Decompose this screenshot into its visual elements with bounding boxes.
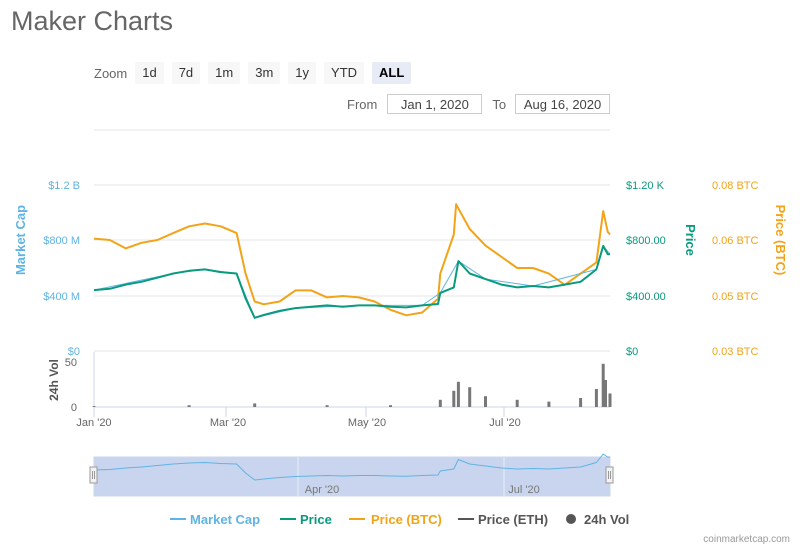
legend-label: Price (BTC) bbox=[371, 512, 442, 527]
price-series bbox=[93, 244, 611, 319]
price-axis-title: Price bbox=[683, 224, 698, 256]
volume-bar bbox=[594, 389, 598, 407]
x-tick-label: Mar '20 bbox=[210, 417, 246, 429]
price-tick: $1.20 K bbox=[626, 180, 665, 192]
legend-item-price[interactable]: Price bbox=[280, 512, 332, 527]
watermark: coinmarketcap.com bbox=[703, 534, 790, 545]
price-btc-tick: 0.06 BTC bbox=[712, 235, 759, 247]
volume-bar bbox=[452, 390, 456, 407]
volume-bar bbox=[253, 403, 257, 407]
x-tick-label: May '20 bbox=[348, 417, 386, 429]
volume-bar bbox=[579, 398, 583, 407]
legend-item-24h-vol[interactable]: 24h Vol bbox=[566, 512, 629, 527]
legend-item-price-eth[interactable]: Price (ETH) bbox=[458, 512, 548, 527]
volume-bar bbox=[187, 405, 191, 407]
price-btc-line bbox=[93, 203, 611, 317]
price-tick: $400.00 bbox=[626, 291, 666, 303]
volume-bar bbox=[547, 401, 551, 407]
market-cap-tick: $400 M bbox=[43, 291, 80, 303]
chart-canvas: $1.2 B $800 M $400 M $0 Market Cap 50 0 … bbox=[13, 129, 788, 527]
volume-series bbox=[92, 363, 612, 407]
volume-tick: 50 bbox=[65, 357, 77, 369]
legend-item-price-btc[interactable]: Price (BTC) bbox=[349, 512, 442, 527]
volume-bar bbox=[389, 405, 392, 407]
volume-axis: 50 0 bbox=[65, 357, 77, 414]
market-cap-axis-title: Market Cap bbox=[13, 205, 28, 275]
x-axis: Jan '20 Mar '20 May '20 Jul '20 bbox=[76, 407, 521, 429]
navigator-left-handle[interactable] bbox=[89, 466, 98, 484]
market-cap-axis: $1.2 B $800 M $400 M $0 bbox=[43, 180, 80, 358]
market-cap-tick: $800 M bbox=[43, 235, 80, 247]
legend-label: Price (ETH) bbox=[478, 512, 548, 527]
navigator[interactable]: Apr '20 Jul '20 bbox=[89, 453, 614, 497]
legend-label: 24h Vol bbox=[584, 512, 629, 527]
price-btc-tick: 0.08 BTC bbox=[712, 180, 759, 192]
legend-item-market-cap[interactable]: Market Cap bbox=[170, 512, 260, 527]
market-cap-line bbox=[93, 245, 611, 319]
price-tick: $0 bbox=[626, 346, 638, 358]
volume-bar bbox=[468, 387, 472, 407]
market-cap-tick: $1.2 B bbox=[48, 180, 80, 192]
volume-axis-title: 24h Vol bbox=[47, 359, 61, 401]
price-tick: $800.00 bbox=[626, 235, 666, 247]
volume-bar bbox=[438, 399, 442, 407]
volume-bar bbox=[484, 396, 487, 407]
volume-bar bbox=[515, 399, 519, 407]
navigator-right-handle[interactable] bbox=[605, 466, 614, 484]
price-btc-axis-title: Price (BTC) bbox=[773, 205, 788, 276]
volume-tick: 0 bbox=[71, 402, 77, 414]
volume-bar bbox=[604, 380, 607, 407]
navigator-tick-label: Jul '20 bbox=[508, 484, 539, 496]
volume-bar bbox=[92, 406, 96, 407]
price-btc-series bbox=[93, 203, 611, 317]
price-btc-tick: 0.05 BTC bbox=[712, 291, 759, 303]
navigator-tick-label: Apr '20 bbox=[305, 484, 340, 496]
legend-label: Market Cap bbox=[190, 512, 260, 527]
chart-legend: Market Cap Price Price (BTC) Price (ETH)… bbox=[170, 512, 629, 527]
x-tick-label: Jan '20 bbox=[76, 417, 111, 429]
price-axis: $1.20 K $800.00 $400.00 $0 bbox=[626, 180, 666, 358]
volume-bar bbox=[608, 393, 612, 407]
volume-bar bbox=[325, 405, 329, 407]
x-tick-label: Jul '20 bbox=[489, 417, 520, 429]
price-btc-tick: 0.03 BTC bbox=[712, 346, 759, 358]
legend-label: Price bbox=[300, 512, 332, 527]
volume-bar bbox=[456, 381, 460, 407]
price-btc-axis: 0.08 BTC 0.06 BTC 0.05 BTC 0.03 BTC bbox=[712, 180, 759, 358]
price-line bbox=[93, 244, 610, 319]
